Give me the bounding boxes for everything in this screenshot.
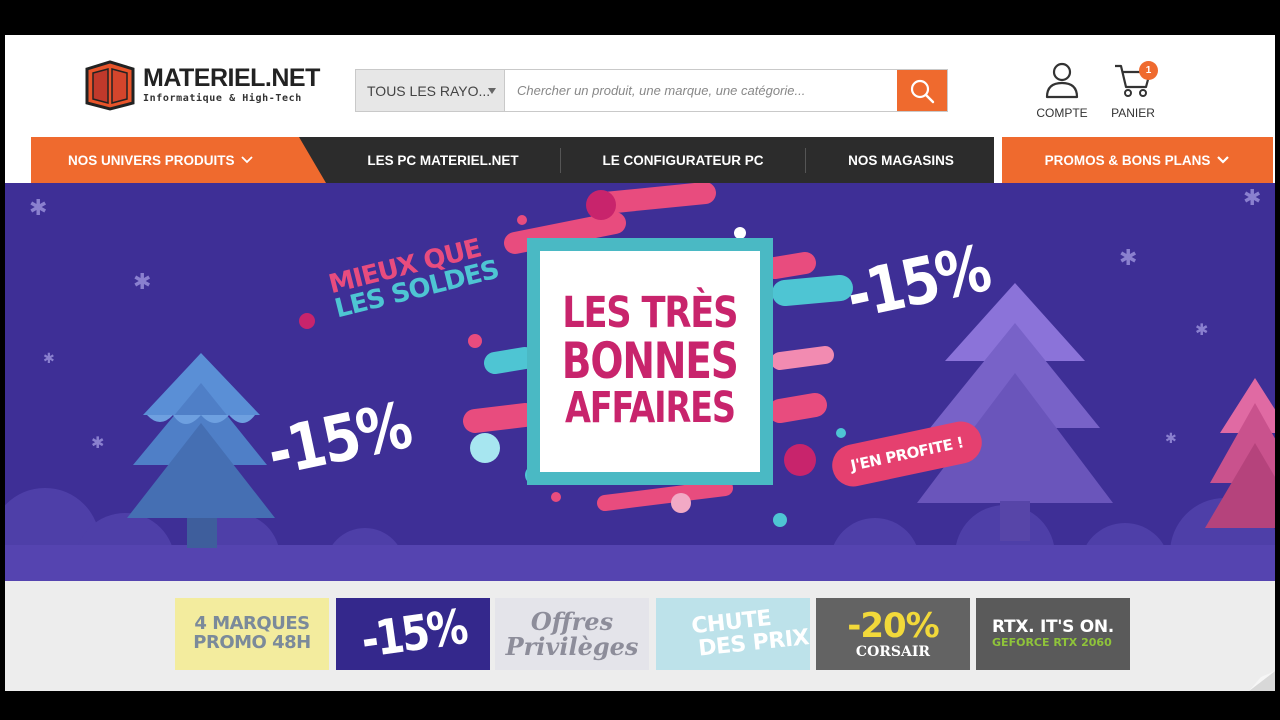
cart-count-badge: 1 [1139,61,1158,80]
promo-tile-line2: CORSAIR [855,644,931,660]
logo-name: MATERIEL.NET [143,63,320,92]
promo-tile-rtx[interactable]: RTX. IT'S ON. GEFORCE RTX 2060 [976,598,1130,670]
logo-cube-icon [83,59,137,111]
svg-text:✱: ✱ [29,196,47,221]
nav-divider [805,148,806,173]
user-icon [1045,62,1079,99]
nav-link-magasins[interactable]: NOS MAGASINS [821,137,981,183]
search-category-select[interactable]: TOUS LES RAYO... [356,70,505,111]
search-category-label: TOUS LES RAYO... [367,82,491,99]
hero-banner[interactable]: ✱ ✱ ✱ ✱ ✱ ✱ ✱ ✱ MIEUX QUE LES SOLDES LES… [5,183,1275,581]
nav-univers-label: NOS UNIVERS PRODUITS [68,152,235,168]
svg-text:✱: ✱ [91,433,104,452]
browser-viewport: MATERIEL.NET Informatique & High-Tech TO… [5,35,1275,691]
svg-text:✱: ✱ [133,270,151,295]
search-icon [910,79,935,103]
promo-tile-line1: -20% [847,605,939,646]
page-curl-icon [1249,671,1275,691]
nav-link-label: LES PC MATERIEL.NET [367,152,519,168]
hero-title-frame: LES TRÈS BONNES AFFAIRES [527,238,773,485]
main-nav: NOS UNIVERS PRODUITS LES PC MATERIEL.NET… [31,137,994,183]
search-input[interactable] [505,70,897,111]
promo-tile-15[interactable]: -15% [336,598,490,670]
chevron-down-icon [240,156,253,164]
nav-promos-bons-plans[interactable]: PROMOS & BONS PLANS [1002,137,1273,183]
logo-tagline: Informatique & High-Tech [143,92,302,104]
svg-text:✱: ✱ [1119,246,1137,271]
nav-link-pc-materiel[interactable]: LES PC MATERIEL.NET [341,137,545,183]
hero-title-line2: BONNES [562,332,739,390]
nav-divider [560,148,561,173]
promo-tile-line1: -15% [357,599,469,669]
search-button[interactable] [897,70,947,111]
nav-link-label: NOS MAGASINS [848,152,954,168]
nav-promos-label: PROMOS & BONS PLANS [1044,152,1211,168]
hero-title-line1: LES TRÈS [562,288,738,339]
svg-text:✱: ✱ [1243,186,1261,211]
svg-text:✱: ✱ [1165,431,1177,447]
cart-label: PANIER [1111,106,1155,120]
hero-title-line3: AFFAIRES [565,383,736,433]
account-label: COMPTE [1036,106,1088,120]
nav-univers-produits[interactable]: NOS UNIVERS PRODUITS [31,137,326,183]
site-logo[interactable]: MATERIEL.NET Informatique & High-Tech [83,57,320,112]
promo-tile-line1: Offres [530,606,614,636]
caret-down-icon [488,88,496,94]
promo-strip: 4 MARQUES PROMO 48H -15% Offres Privilèg… [5,581,1275,691]
svg-text:✱: ✱ [1195,320,1208,339]
chevron-down-icon [1217,156,1230,164]
promo-tile-chute-des-prix[interactable]: CHUTE DES PRIX [656,598,810,670]
nav-link-label: LE CONFIGURATEUR PC [602,152,764,168]
promo-tile-line1: RTX. IT'S ON. [992,616,1114,637]
svg-text:✱: ✱ [43,351,55,367]
search-bar: TOUS LES RAYO... [355,69,948,112]
promo-tile-corsair[interactable]: -20% CORSAIR [816,598,970,670]
account-button[interactable]: COMPTE [1030,61,1094,120]
promo-tile-line2: PROMO 48H [193,632,311,653]
promo-tile-4-marques[interactable]: 4 MARQUES PROMO 48H [175,598,329,670]
promo-tile-offres-privileges[interactable]: Offres Privilèges [495,598,649,670]
nav-link-configurateur[interactable]: LE CONFIGURATEUR PC [576,137,790,183]
cart-button[interactable]: 1 PANIER [1101,61,1165,120]
promo-tile-line2: Privilèges [505,632,639,661]
promo-tile-line2: GEFORCE RTX 2060 [992,636,1112,650]
